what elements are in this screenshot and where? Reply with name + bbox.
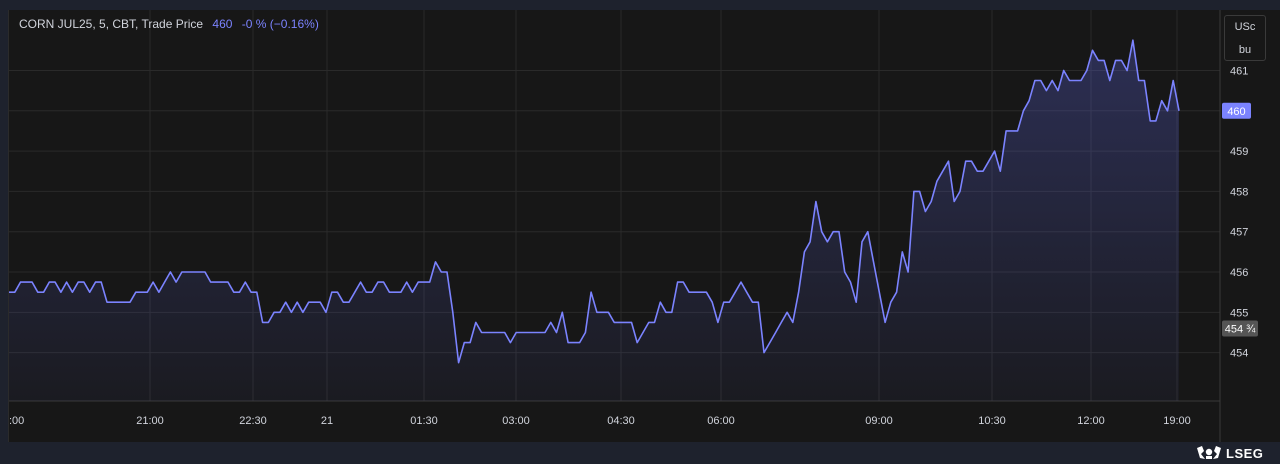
- chart-panel: 454 455 456 457 458 459 460 461 :00 21:00 22:30 21…: [8, 10, 1280, 442]
- x-tick-label: 03:00: [502, 415, 530, 427]
- x-tick-label: 01:30: [410, 415, 438, 427]
- x-tick-label: 06:00: [707, 415, 735, 427]
- price-area: [9, 40, 1179, 401]
- y-tick-label: 454: [1230, 348, 1248, 360]
- brand-name: LSEG: [1226, 445, 1264, 461]
- unit-selector[interactable]: USc bu: [1224, 15, 1266, 61]
- x-tick-label: 19:00: [1163, 415, 1191, 427]
- x-tick-label: 10:30: [978, 415, 1006, 427]
- y-tick-label: 457: [1230, 227, 1248, 239]
- x-tick-label: 04:30: [607, 415, 635, 427]
- x-tick-label: :00: [9, 415, 24, 427]
- price-markers: 460 454 ¾: [1222, 102, 1258, 337]
- x-tick-label: 12:00: [1077, 415, 1105, 427]
- last-price-value: 460: [212, 17, 233, 31]
- price-chart: 454 455 456 457 458 459 460 461 :00 21:00 22:30 21…: [9, 10, 1258, 442]
- chart-frame: 454 455 456 457 458 459 460 461 :00 21:00 22:30 21…: [0, 0, 1280, 464]
- y-tick-label: 458: [1230, 186, 1248, 198]
- chart-legend: CORN JUL25, 5, CBT, Trade Price 460 -0 %…: [19, 17, 319, 31]
- lseg-logo-icon: [1197, 446, 1221, 459]
- y-tick-label: 461: [1230, 65, 1248, 77]
- instrument-label: CORN JUL25, 5, CBT, Trade Price: [19, 17, 204, 31]
- last-price-marker-label: 460: [1227, 106, 1245, 118]
- x-tick-label: 09:00: [865, 415, 893, 427]
- y-tick-label: 459: [1230, 146, 1248, 158]
- y-tick-label: 455: [1230, 307, 1248, 319]
- y-tick-label: 456: [1230, 267, 1248, 279]
- x-tick-label: 21: [321, 415, 333, 427]
- x-tick-label: 21:00: [136, 415, 164, 427]
- unit-currency: USc: [1234, 21, 1256, 33]
- unit-measure: bu: [1238, 44, 1252, 56]
- previous-close-marker-label: 454 ¾: [1225, 323, 1256, 335]
- brand-logo: LSEG: [1196, 443, 1263, 463]
- x-axis-ticks: :00 21:00 22:30 21 01:30 03:00 04:30 06:00 09:00…: [9, 415, 1191, 427]
- x-tick-label: 22:30: [239, 415, 267, 427]
- price-change-value: -0 % (−0.16%): [241, 17, 319, 31]
